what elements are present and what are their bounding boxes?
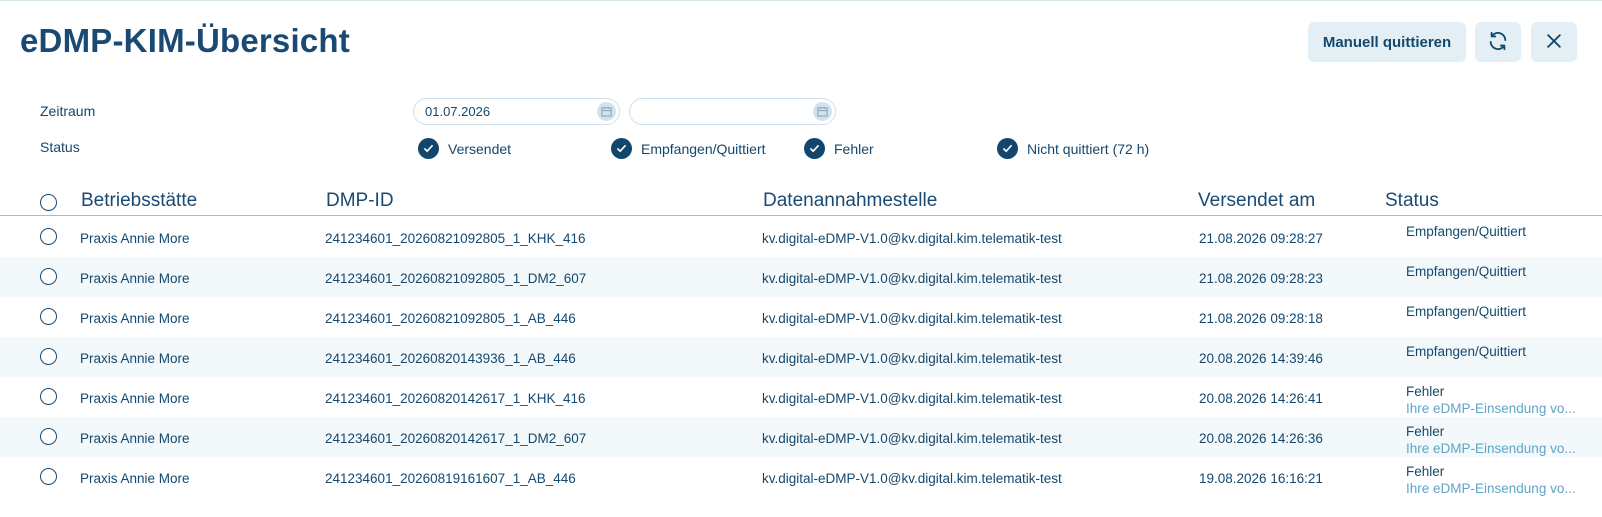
checkmark-icon: [804, 138, 825, 159]
cell-receiver: kv.digital-eDMP-V1.0@kv.digital.kim.tele…: [762, 391, 1062, 406]
date-to-field[interactable]: [629, 98, 836, 125]
cell-site: Praxis Annie More: [80, 431, 190, 446]
cell-dmp-id: 241234601_20260819161607_1_AB_446: [325, 471, 576, 486]
refresh-icon: [1487, 30, 1509, 55]
status-message[interactable]: Ihre eDMP-Einsendung vo...: [1406, 400, 1592, 417]
row-select-radio[interactable]: [40, 268, 57, 285]
checkmark-icon: [418, 138, 439, 159]
cell-site: Praxis Annie More: [80, 271, 190, 286]
row-select-radio[interactable]: [40, 428, 57, 445]
cell-status: Fehler Ihre eDMP-Einsendung vo...: [1406, 383, 1592, 417]
status-text: Empfangen/Quittiert: [1406, 344, 1527, 359]
table-header: Betriebsstätte DMP-ID Datenannahmestelle…: [0, 188, 1602, 216]
status-text: Fehler: [1406, 424, 1445, 439]
close-button[interactable]: [1531, 22, 1577, 62]
cell-status: Fehler Ihre eDMP-Einsendung vo...: [1406, 463, 1592, 497]
select-all-radio[interactable]: [40, 194, 57, 211]
status-message[interactable]: Ihre eDMP-Einsendung vo...: [1406, 480, 1592, 497]
top-border: [0, 0, 1602, 1]
cell-status: Empfangen/Quittiert: [1406, 223, 1526, 240]
column-header-dmp-id[interactable]: DMP-ID: [326, 190, 394, 212]
cell-receiver: kv.digital-eDMP-V1.0@kv.digital.kim.tele…: [762, 271, 1062, 286]
status-option-label: Fehler: [834, 140, 874, 157]
status-checkbox-error[interactable]: Fehler: [804, 138, 874, 159]
checkmark-icon: [997, 138, 1018, 159]
status-text: Fehler: [1406, 464, 1445, 479]
table-row[interactable]: Praxis Annie More 241234601_2026082109280…: [0, 257, 1602, 297]
table-row[interactable]: Praxis Annie More 241234601_2026082109280…: [0, 217, 1602, 257]
row-select-radio[interactable]: [40, 228, 57, 245]
cell-receiver: kv.digital-eDMP-V1.0@kv.digital.kim.tele…: [762, 231, 1062, 246]
column-header-sent[interactable]: Versendet am: [1198, 190, 1315, 212]
cell-site: Praxis Annie More: [80, 231, 190, 246]
cell-dmp-id: 241234601_20260820142617_1_KHK_416: [325, 391, 586, 406]
checkmark-icon: [611, 138, 632, 159]
column-header-site[interactable]: Betriebsstätte: [81, 190, 197, 212]
cell-receiver: kv.digital-eDMP-V1.0@kv.digital.kim.tele…: [762, 431, 1062, 446]
cell-sent: 21.08.2026 09:28:27: [1199, 231, 1323, 246]
cell-status: Empfangen/Quittiert: [1406, 263, 1526, 280]
cell-sent: 20.08.2026 14:26:41: [1199, 391, 1323, 406]
cell-sent: 21.08.2026 09:28:18: [1199, 311, 1323, 326]
cell-sent: 21.08.2026 09:28:23: [1199, 271, 1323, 286]
cell-status: Empfangen/Quittiert: [1406, 303, 1526, 320]
refresh-button[interactable]: [1475, 22, 1521, 62]
period-label: Zeitraum: [40, 103, 96, 119]
cell-dmp-id: 241234601_20260821092805_1_KHK_416: [325, 231, 586, 246]
cell-site: Praxis Annie More: [80, 391, 190, 406]
cell-dmp-id: 241234601_20260821092805_1_DM2_607: [325, 271, 587, 286]
cell-status: Empfangen/Quittiert: [1406, 343, 1526, 360]
date-from-field[interactable]: 01.07.2026: [413, 98, 620, 125]
page-title: eDMP-KIM-Übersicht: [20, 22, 350, 59]
cell-sent: 20.08.2026 14:26:36: [1199, 431, 1323, 446]
date-from-value: 01.07.2026: [425, 104, 491, 119]
row-select-radio[interactable]: [40, 388, 57, 405]
status-text: Empfangen/Quittiert: [1406, 264, 1527, 279]
status-option-label: Empfangen/Quittiert: [641, 140, 766, 157]
status-checkbox-not-acknowledged[interactable]: Nicht quittiert (72 h): [997, 138, 1149, 159]
row-select-radio[interactable]: [40, 348, 57, 365]
cell-dmp-id: 241234601_20260821092805_1_AB_446: [325, 311, 576, 326]
table-row[interactable]: Praxis Annie More 241234601_2026082014393…: [0, 337, 1602, 377]
cell-sent: 20.08.2026 14:39:46: [1199, 351, 1323, 366]
cell-receiver: kv.digital-eDMP-V1.0@kv.digital.kim.tele…: [762, 351, 1062, 366]
row-select-radio[interactable]: [40, 468, 57, 485]
status-option-label: Nicht quittiert (72 h): [1027, 140, 1150, 157]
cell-sent: 19.08.2026 16:16:21: [1199, 471, 1323, 486]
status-text: Empfangen/Quittiert: [1406, 304, 1527, 319]
close-icon: [1544, 31, 1564, 54]
status-text: Empfangen/Quittiert: [1406, 224, 1527, 239]
table-row[interactable]: Praxis Annie More 241234601_2026082109280…: [0, 297, 1602, 337]
status-checkbox-received[interactable]: Empfangen/Quittiert: [611, 138, 766, 159]
status-filter-label: Status: [40, 139, 80, 155]
status-message[interactable]: Ihre eDMP-Einsendung vo...: [1406, 440, 1592, 457]
cell-dmp-id: 241234601_20260820143936_1_AB_446: [325, 351, 576, 366]
status-option-label: Versendet: [448, 140, 512, 157]
calendar-icon[interactable]: [597, 102, 616, 121]
table-row[interactable]: Praxis Annie More 241234601_2026081916160…: [0, 457, 1602, 497]
cell-dmp-id: 241234601_20260820142617_1_DM2_607: [325, 431, 587, 446]
manual-acknowledge-button[interactable]: Manuell quittieren: [1308, 22, 1466, 62]
cell-site: Praxis Annie More: [80, 311, 190, 326]
cell-site: Praxis Annie More: [80, 351, 190, 366]
table-row[interactable]: Praxis Annie More 241234601_2026082014261…: [0, 417, 1602, 457]
status-checkbox-sent[interactable]: Versendet: [418, 138, 511, 159]
cell-status: Fehler Ihre eDMP-Einsendung vo...: [1406, 423, 1592, 457]
row-select-radio[interactable]: [40, 308, 57, 325]
column-header-receiver[interactable]: Datenannahmestelle: [763, 190, 937, 212]
cell-receiver: kv.digital-eDMP-V1.0@kv.digital.kim.tele…: [762, 311, 1062, 326]
table-row[interactable]: Praxis Annie More 241234601_2026082014261…: [0, 377, 1602, 417]
calendar-icon[interactable]: [813, 102, 832, 121]
status-text: Fehler: [1406, 384, 1445, 399]
column-header-status[interactable]: Status: [1385, 190, 1439, 212]
cell-receiver: kv.digital-eDMP-V1.0@kv.digital.kim.tele…: [762, 471, 1062, 486]
cell-site: Praxis Annie More: [80, 471, 190, 486]
